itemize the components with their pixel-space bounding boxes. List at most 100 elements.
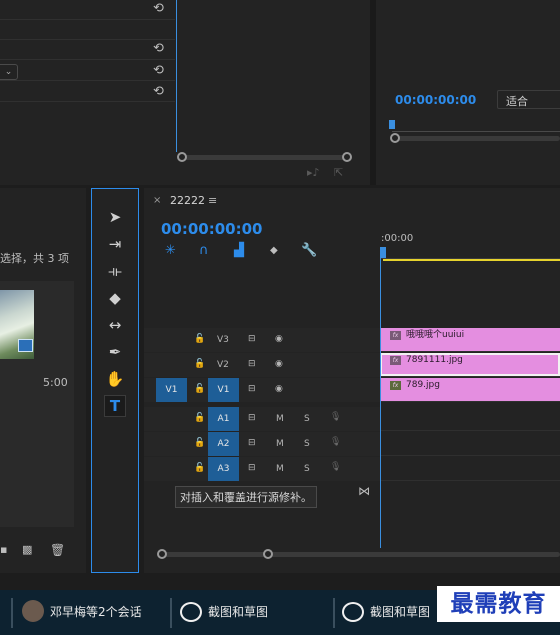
sync-lock-icon[interactable]: ⊟ xyxy=(248,334,256,344)
selection-count: 选择，共 3 项 xyxy=(0,252,69,265)
reset-parameter-icon[interactable]: ⟲ xyxy=(153,64,167,78)
scroll-handle-left[interactable] xyxy=(157,549,167,559)
export-icon[interactable]: ⇱ xyxy=(334,166,343,179)
linked-selection-icon[interactable]: ▟ xyxy=(234,243,244,258)
taskbar-item-label: 邓早梅等2个会话 xyxy=(50,605,142,619)
scroll-handle-right[interactable] xyxy=(342,152,352,162)
effect-property-row: ⟲ xyxy=(0,0,175,20)
reset-parameter-icon[interactable]: ⟲ xyxy=(153,2,167,16)
solo-button[interactable]: S xyxy=(304,414,310,424)
razor-tool-icon[interactable]: ◆ xyxy=(104,287,126,309)
timeline-playhead-line xyxy=(380,258,381,548)
effect-controls-panel: ⟲ ⟲ ⟲ ⌄ ⟲ ▸♪ ⇱ xyxy=(0,0,370,185)
snip-sketch-icon xyxy=(180,602,202,622)
taskbar-item-label: 截图和草图 xyxy=(208,605,269,619)
program-zoom-scrollbar[interactable] xyxy=(396,136,560,141)
timeline-clip[interactable]: fx 哦哦哦个uuiui xyxy=(380,328,560,351)
microphone-icon[interactable]: 🎙 xyxy=(330,437,341,447)
track-header: V1 🔓 V1 ⊟ ◉ xyxy=(144,378,380,402)
project-panel: 选择，共 3 项 5:00 ▪ ▩ 🗑 xyxy=(0,188,86,573)
sync-lock-icon[interactable]: ⊟ xyxy=(248,384,256,394)
timeline-clip-selected[interactable]: fx 7891111.jpg xyxy=(380,353,560,376)
mute-button[interactable]: M xyxy=(276,414,284,424)
fit-dropdown[interactable]: 适合 xyxy=(497,90,560,109)
selection-tool-icon[interactable]: ➤ xyxy=(104,206,126,228)
track-label[interactable]: V3 xyxy=(217,335,229,345)
type-tool-icon[interactable]: T xyxy=(104,395,126,417)
track-header: 🔓 V2 ⊟ ◉ xyxy=(144,353,380,377)
timeline-playhead[interactable] xyxy=(380,247,386,258)
track-header: 🔓 V3 ⊟ ◉ xyxy=(144,328,380,352)
track-target-a3[interactable]: A3 xyxy=(208,457,239,481)
lock-icon[interactable]: 🔓 xyxy=(194,359,205,369)
lock-icon[interactable]: 🔓 xyxy=(194,413,205,423)
sync-lock-icon[interactable]: ⊟ xyxy=(248,413,256,423)
close-icon[interactable]: × xyxy=(153,195,161,206)
lock-icon[interactable]: 🔓 xyxy=(194,438,205,448)
play-audio-icon[interactable]: ▸♪ xyxy=(307,166,320,179)
mute-button[interactable]: M xyxy=(276,464,284,474)
timeline-zoom-scrollbar[interactable] xyxy=(162,552,560,557)
taskbar-item-chat[interactable]: 邓早梅等2个会话 xyxy=(20,597,170,627)
track-expand-icon[interactable]: ⋈ xyxy=(358,484,370,498)
new-item-icon[interactable]: ▩ xyxy=(22,543,32,556)
effect-property-row: ⟲ xyxy=(0,40,175,60)
nest-sequence-icon[interactable]: ✳ xyxy=(165,243,176,258)
timeline-ruler[interactable] xyxy=(380,247,560,259)
taskbar-item-label: 截图和草图 xyxy=(370,605,431,619)
wrench-settings-icon[interactable]: 🔧 xyxy=(301,243,317,258)
add-marker-icon[interactable]: ◆ xyxy=(270,245,278,256)
ripple-edit-tool-icon[interactable]: ⟛ xyxy=(104,260,126,282)
eye-icon[interactable]: ◉ xyxy=(275,334,283,344)
taskbar-item-snip[interactable]: 截图和草图 xyxy=(342,597,442,627)
solo-button[interactable]: S xyxy=(304,439,310,449)
track-select-tool-icon[interactable]: ⇥ xyxy=(104,233,126,255)
microphone-icon[interactable]: 🎙 xyxy=(330,412,341,422)
scroll-handle-left[interactable] xyxy=(390,133,400,143)
source-patch-v1[interactable]: V1 xyxy=(156,378,187,402)
sequence-tab[interactable]: 22222 xyxy=(170,194,205,207)
track-header: 🔓 A2 ⊟ M S 🎙 xyxy=(144,432,380,456)
clip-duration: 5:00 xyxy=(43,376,68,389)
lock-icon[interactable]: 🔓 xyxy=(194,463,205,473)
trash-icon[interactable]: 🗑 xyxy=(50,543,65,557)
pen-tool-icon[interactable]: ✒ xyxy=(104,341,126,363)
snap-magnet-icon[interactable]: ∩ xyxy=(199,243,209,258)
track-label[interactable]: V2 xyxy=(217,360,229,370)
effect-zoom-scrollbar[interactable] xyxy=(180,155,350,160)
track-target-a2[interactable]: A2 xyxy=(208,432,239,456)
timeline-clip[interactable]: fx 789.jpg xyxy=(380,378,560,401)
eye-icon[interactable]: ◉ xyxy=(275,384,283,394)
slip-tool-icon[interactable]: ↔ xyxy=(104,314,126,336)
track-target-v1[interactable]: V1 xyxy=(208,378,239,402)
sync-lock-icon[interactable]: ⊟ xyxy=(248,438,256,448)
solo-button[interactable]: S xyxy=(304,464,310,474)
fit-dropdown-label: 适合 xyxy=(506,95,528,108)
panel-menu-icon[interactable]: ≡ xyxy=(208,194,217,207)
effect-property-row: ⟲ xyxy=(0,61,175,81)
sync-lock-icon[interactable]: ⊟ xyxy=(248,359,256,369)
taskbar-item-snip[interactable]: 截图和草图 xyxy=(180,597,330,627)
track-target-a1[interactable]: A1 xyxy=(208,407,239,431)
program-monitor-panel: 00:00:00:00 适合 xyxy=(376,0,560,185)
sync-lock-icon[interactable]: ⊟ xyxy=(248,463,256,473)
list-view-icon[interactable]: ▪ xyxy=(0,543,7,556)
hand-tool-icon[interactable]: ✋ xyxy=(104,368,126,390)
timeline-timecode[interactable]: 00:00:00:00 xyxy=(161,220,263,238)
reset-parameter-icon[interactable]: ⟲ xyxy=(153,42,167,56)
project-item-card[interactable]: 5:00 xyxy=(0,281,74,527)
blend-mode-dropdown[interactable]: ⌄ xyxy=(0,64,18,80)
work-area-bar[interactable] xyxy=(383,259,560,261)
eye-icon[interactable]: ◉ xyxy=(275,359,283,369)
lock-icon[interactable]: 🔓 xyxy=(194,384,205,394)
fx-badge-icon: fx xyxy=(390,381,401,390)
microphone-icon[interactable]: 🎙 xyxy=(330,462,341,472)
scroll-handle-right[interactable] xyxy=(263,549,273,559)
program-timecode[interactable]: 00:00:00:00 xyxy=(395,93,476,107)
program-playhead[interactable] xyxy=(389,120,395,129)
lock-icon[interactable]: 🔓 xyxy=(194,334,205,344)
program-time-ruler[interactable] xyxy=(392,122,560,132)
reset-parameter-icon[interactable]: ⟲ xyxy=(153,85,167,99)
mute-button[interactable]: M xyxy=(276,439,284,449)
scroll-handle-left[interactable] xyxy=(177,152,187,162)
